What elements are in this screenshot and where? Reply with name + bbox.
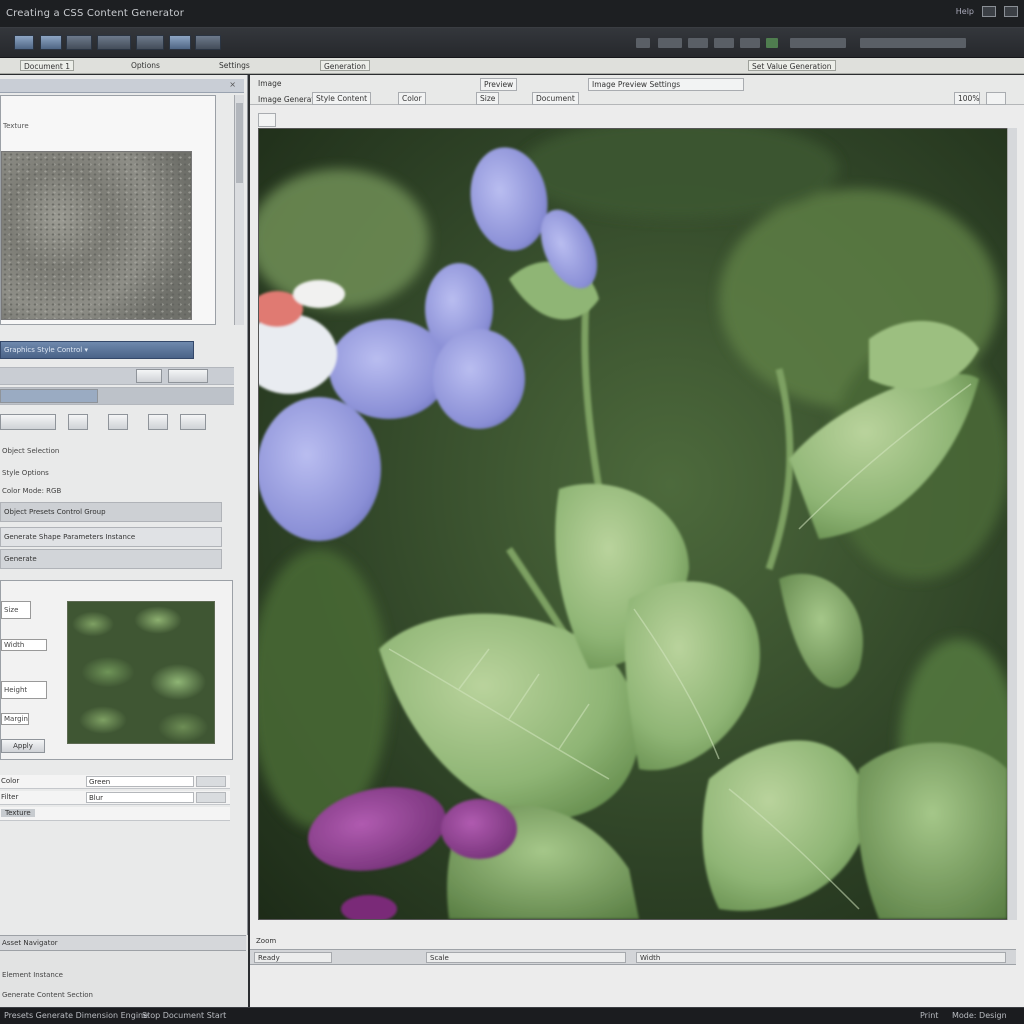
left-panel-header: ×	[0, 79, 244, 93]
window-titlebar: Creating a CSS Content Generator Help	[0, 0, 1024, 28]
tool-icon[interactable]	[688, 38, 708, 48]
layer-band	[0, 387, 234, 405]
status-field[interactable]: Scale	[426, 952, 626, 963]
canvas-scrollbar[interactable]	[1007, 128, 1017, 920]
object-selection-label: Object Selection	[2, 447, 60, 455]
align-button[interactable]	[0, 414, 56, 430]
columns-icon[interactable]	[136, 35, 164, 50]
status-field[interactable]: Ready	[254, 952, 332, 963]
head-tab[interactable]: Document	[532, 92, 579, 105]
height-field[interactable]: Height	[1, 681, 47, 699]
asset-navigator: Asset Navigator Element Instance Generat…	[0, 935, 248, 1007]
status-left: Presets Generate Dimension Engine	[4, 1011, 149, 1020]
photo-icon[interactable]	[14, 35, 34, 50]
tool-icon[interactable]	[658, 38, 682, 48]
main-toolbar	[0, 28, 1024, 58]
image-canvas[interactable]	[258, 128, 1008, 920]
table-row: Color Green	[0, 775, 230, 789]
status-icon[interactable]	[766, 38, 778, 48]
texture-label: Texture	[3, 122, 29, 130]
main-canvas-panel: Image Preview Image Preview Settings Ima…	[250, 75, 1024, 1007]
margin-field[interactable]: Margin	[1, 713, 29, 725]
tool-icon[interactable]	[714, 38, 734, 48]
canvas-statusbar: Ready Scale Width	[250, 949, 1016, 965]
tab-generation[interactable]: Generation	[320, 60, 370, 71]
flower-foliage-image	[259, 129, 1007, 919]
tab-document[interactable]: Document 1	[20, 60, 75, 71]
tool-icon[interactable]	[636, 38, 650, 48]
tab-settings[interactable]: Settings	[216, 60, 253, 71]
tab-options[interactable]: Options	[128, 60, 163, 71]
color-mode-label: Color Mode: RGB	[2, 487, 62, 495]
document-tabbar: Document 1 Options Settings Generation S…	[0, 58, 1024, 74]
scroll-thumb[interactable]	[236, 103, 243, 183]
fit-icon[interactable]	[986, 92, 1006, 105]
canvas-header-label: Image	[258, 79, 282, 88]
table-cell-value[interactable]: Blur	[86, 792, 194, 803]
table-row: Filter Blur	[0, 791, 230, 805]
restore-icon[interactable]	[982, 6, 996, 17]
head-top-tab[interactable]: Image Preview Settings	[588, 78, 744, 91]
table-row: Texture	[0, 807, 230, 821]
size-field[interactable]: Size	[1, 601, 31, 619]
generate-section-label: Generate Content Section	[2, 991, 93, 999]
toolbar-band	[0, 367, 234, 385]
toolbar-field[interactable]	[790, 38, 846, 48]
tool-icon[interactable]	[740, 38, 760, 48]
play-button[interactable]	[136, 369, 162, 383]
table-cell-button[interactable]	[196, 776, 226, 787]
canvas-header: Image Preview Image Preview Settings Ima…	[250, 75, 1024, 105]
canvas-tool-icon[interactable]	[258, 113, 276, 127]
stone-texture-image[interactable]	[1, 151, 192, 320]
status-field[interactable]: Width	[636, 952, 1006, 963]
status-right-1: Print	[920, 1011, 939, 1020]
plant-thumbnail-image[interactable]	[67, 601, 215, 744]
zoom-status: Zoom	[256, 937, 277, 945]
head-top-tab[interactable]: Preview	[480, 78, 518, 91]
shape-row[interactable]: Generate Shape Parameters Instance	[0, 527, 222, 547]
table-cell-value[interactable]: Green	[86, 776, 194, 787]
thumbnail-panel: Size Width Height Margin Apply	[0, 580, 233, 760]
head-tab[interactable]: Color	[398, 92, 426, 105]
layer-select[interactable]	[0, 389, 98, 403]
toolbar-field[interactable]	[860, 38, 966, 48]
table-cell-label: Color	[1, 777, 20, 785]
head-tab[interactable]: Size	[476, 92, 500, 105]
app-statusbar: Presets Generate Dimension Engine Stop D…	[0, 1007, 1024, 1024]
texture-preview-box: Texture	[0, 95, 216, 325]
table-cell-button[interactable]	[196, 792, 226, 803]
table-cell-label: Texture	[1, 809, 35, 817]
window-title: Creating a CSS Content Generator	[6, 8, 185, 19]
tool-button[interactable]	[108, 414, 128, 430]
tool-button[interactable]	[148, 414, 168, 430]
grid-icon[interactable]	[97, 35, 131, 50]
table-cell-label: Filter	[1, 793, 19, 801]
head-tab[interactable]: Style Content	[312, 92, 372, 105]
close-icon[interactable]	[1004, 6, 1018, 17]
preset-row[interactable]: Object Presets Control Group	[0, 502, 222, 522]
status-mid: Stop Document Start	[142, 1011, 227, 1020]
asset-navigator-bar[interactable]: Asset Navigator	[0, 935, 246, 951]
status-right-2: Mode: Design	[952, 1011, 1007, 1020]
style-control-bar[interactable]: Graphics Style Control ▾	[0, 341, 194, 359]
help-label[interactable]: Help	[956, 7, 974, 16]
close-icon[interactable]: ×	[229, 80, 236, 89]
table-cell-value[interactable]	[86, 808, 194, 819]
left-scrollbar[interactable]	[234, 95, 244, 325]
export-icon[interactable]	[195, 35, 221, 50]
options-button[interactable]	[168, 369, 208, 383]
tabbar-right-label[interactable]: Set Value Generation	[748, 60, 836, 71]
left-panel: × Texture Graphics Style Control ▾ Objec…	[0, 75, 248, 1007]
tool-button[interactable]	[180, 414, 206, 430]
style-options-label: Style Options	[2, 469, 49, 477]
generate-row[interactable]: Generate	[0, 549, 222, 569]
layers-icon[interactable]	[66, 35, 92, 50]
image-edit-icon[interactable]	[40, 35, 62, 50]
apply-button[interactable]: Apply	[1, 739, 45, 753]
tool-button[interactable]	[68, 414, 88, 430]
preview-icon[interactable]	[169, 35, 191, 50]
width-field[interactable]: Width	[1, 639, 47, 651]
element-instance-label: Element Instance	[2, 971, 63, 979]
zoom-field[interactable]: 100%	[954, 92, 980, 105]
